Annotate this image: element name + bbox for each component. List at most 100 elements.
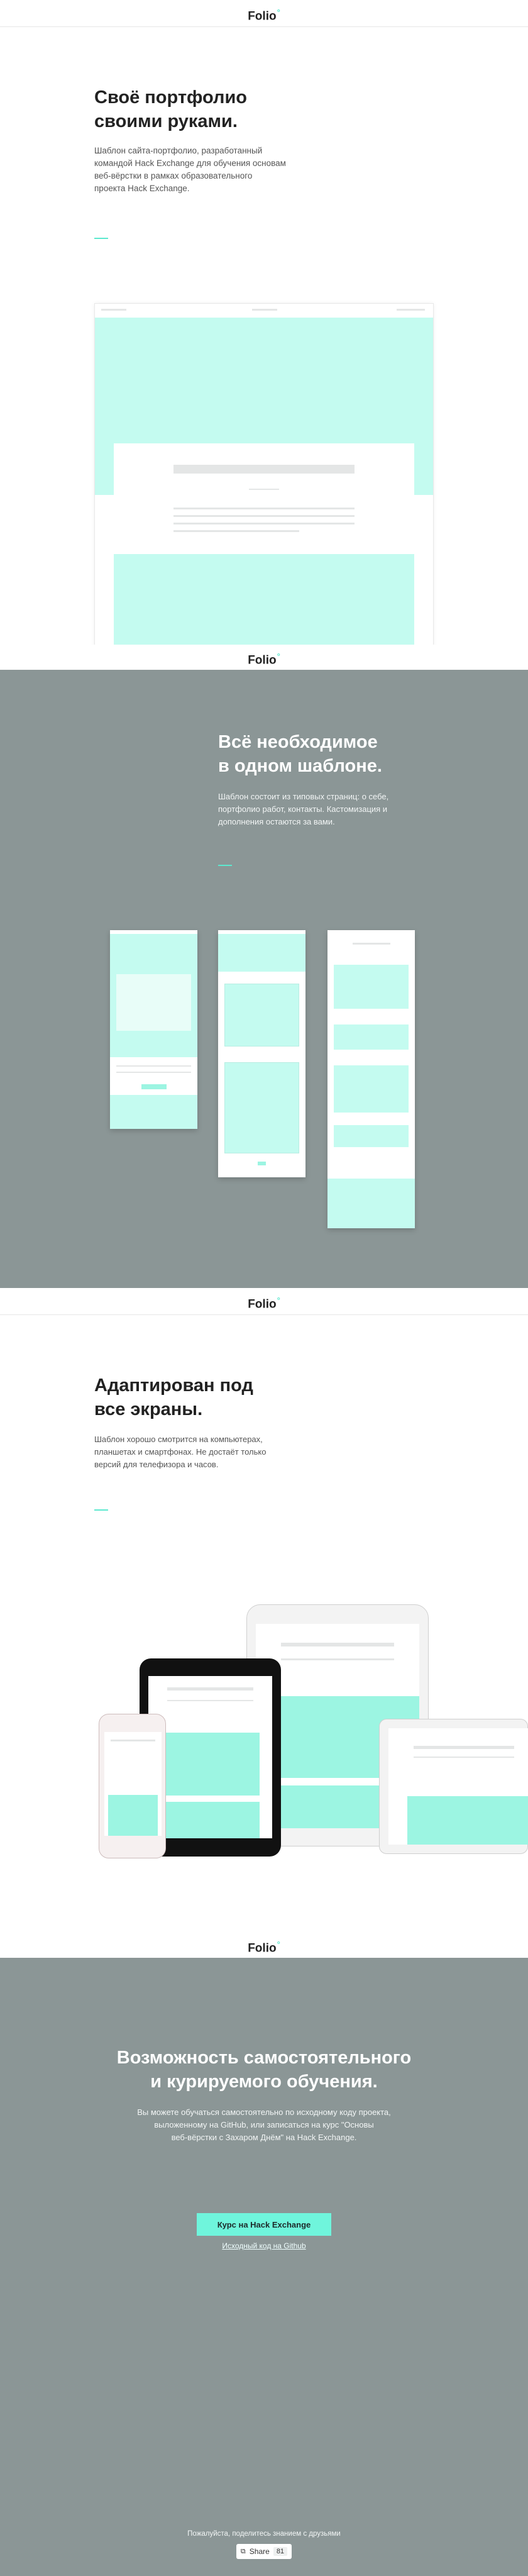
desktop-page-preview (94, 303, 434, 670)
preview-grid (224, 1062, 299, 1153)
logo-text: Folio (248, 1941, 277, 1955)
preview-grid (161, 1802, 260, 1838)
logo[interactable]: Folio° (0, 0, 528, 25)
section4-paragraph: Вы можете обучаться самостоятельно по ис… (0, 2106, 528, 2144)
logo-mark: ° (277, 652, 280, 661)
preview-nav (252, 309, 277, 311)
logo-text: Folio (248, 9, 277, 23)
preview-block (407, 1796, 528, 1845)
preview-footer (110, 1095, 197, 1129)
phone-screen (104, 1732, 162, 1836)
paragraph-line: дополнения остаются за вами. (218, 817, 335, 826)
preview-line (281, 1658, 394, 1660)
paragraph-line: Шаблон сайта-портфолио, разработанный (94, 146, 263, 155)
preview-card (116, 974, 191, 1031)
logo-text: Folio (248, 1297, 277, 1311)
preview-block (334, 1024, 409, 1050)
preview-block (334, 965, 409, 1009)
share-button[interactable]: ⧉ Share 81 (236, 2544, 292, 2559)
paragraph-line: планшетах и смартфонах. Не достаёт тольк… (94, 1447, 267, 1457)
preview-line (111, 1740, 155, 1741)
title-line: своими руками. (94, 111, 238, 131)
paragraph-line: веб-вёрстки с Захаром Днём" на Hack Exch… (171, 2133, 357, 2142)
section2-paragraph: Шаблон состоит из типовых страниц: о себ… (218, 791, 432, 828)
paragraph-line: выложенному на GitHub, или записаться на… (154, 2120, 374, 2129)
logo[interactable]: Folio° (0, 1288, 528, 1313)
share-prompt: Пожалуйста, поделитесь знанием с друзьям… (187, 2530, 341, 2538)
laptop-screen (388, 1728, 528, 1845)
tablet-small-screen (148, 1676, 272, 1838)
accent-line (94, 238, 108, 239)
header-divider (0, 26, 528, 27)
preview-line (167, 1687, 253, 1690)
preview-button (141, 1084, 167, 1089)
preview-block (114, 554, 414, 645)
preview-line (281, 1643, 394, 1646)
preview-nav (101, 309, 126, 311)
accent-line (218, 865, 232, 866)
preview-footer (327, 1179, 415, 1228)
title-line: и курируемого обучения. (150, 2072, 378, 2092)
preview-block (108, 1795, 158, 1836)
preview-card-line (173, 515, 355, 517)
logo-mark: ° (277, 8, 280, 17)
preview-card-line (173, 530, 299, 532)
logo[interactable]: Folio° (0, 644, 528, 669)
preview-card (114, 443, 414, 560)
course-button[interactable]: Курс на Hack Exchange (197, 2213, 331, 2236)
preview-block (334, 1065, 409, 1113)
preview-card-sub (249, 489, 279, 490)
title-line: в одном шаблоне. (218, 756, 382, 776)
logo[interactable]: Folio° (0, 1932, 528, 1957)
laptop-device (379, 1719, 528, 1854)
preview-button (258, 1162, 266, 1165)
logo-mark: ° (277, 1940, 280, 1949)
section3-title: Адаптирован под все экраны. (94, 1374, 253, 1421)
title-line: Своё портфолио (94, 87, 248, 108)
preview-line (414, 1757, 514, 1758)
logo-text: Folio (248, 653, 277, 667)
preview-hero (218, 934, 305, 972)
section1-paragraph: Шаблон сайта-портфолио, разработанный ко… (94, 145, 321, 195)
phone-device (99, 1714, 166, 1858)
accent-line (94, 1509, 108, 1511)
page-preview-contacts (327, 930, 415, 1228)
preview-grid (224, 984, 299, 1046)
title-line: Всё необходимое (218, 732, 378, 752)
section2-title: Всё необходимое в одном шаблоне. (218, 730, 382, 778)
paragraph-line: Вы можете обучаться самостоятельно по ис… (137, 2107, 391, 2117)
title-line: Адаптирован под (94, 1375, 253, 1396)
github-link-label[interactable]: Исходный код на Github (222, 2241, 305, 2250)
preview-line (116, 1072, 191, 1073)
github-source-link[interactable]: Исходный код на Github (0, 2241, 528, 2250)
share-count: 81 (273, 2547, 288, 2556)
preview-card-title (173, 465, 355, 474)
paragraph-line: веб-вёрстки в рамках образовательного (94, 171, 253, 180)
title-line: Возможность самостоятельного (116, 2048, 412, 2068)
title-line: все экраны. (94, 1399, 203, 1419)
preview-line (167, 1700, 253, 1701)
paragraph-line: командой Hack Exchange для обучения осно… (94, 158, 286, 168)
share-icon: ⧉ (240, 2547, 246, 2555)
preview-block (161, 1733, 260, 1796)
preview-block (334, 1125, 409, 1147)
paragraph-line: версий для телефизора и часов. (94, 1460, 219, 1469)
section1-title: Своё портфолио своими руками. (94, 86, 247, 133)
preview-line (414, 1746, 514, 1749)
logo-mark: ° (277, 1296, 280, 1305)
preview-line (116, 1065, 191, 1067)
preview-line (353, 943, 390, 945)
paragraph-line: Шаблон хорошо смотрится на компьютерах, (94, 1435, 263, 1444)
preview-nav (397, 309, 425, 311)
section3-paragraph: Шаблон хорошо смотрится на компьютерах, … (94, 1433, 321, 1471)
header-divider (0, 1314, 528, 1315)
preview-card-line (173, 523, 355, 525)
page-preview-portfolio (218, 930, 305, 1177)
paragraph-line: проекта Hack Exchange. (94, 184, 190, 193)
paragraph-line: Шаблон состоит из типовых страниц: о себ… (218, 792, 389, 801)
share-label: Share (249, 2547, 270, 2556)
paragraph-line: портфолио работ, контакты. Кастомизация … (218, 804, 388, 814)
page-preview-about (110, 930, 197, 1129)
section4-title: Возможность самостоятельного и курируемо… (0, 2046, 528, 2094)
preview-card-line (173, 508, 355, 509)
